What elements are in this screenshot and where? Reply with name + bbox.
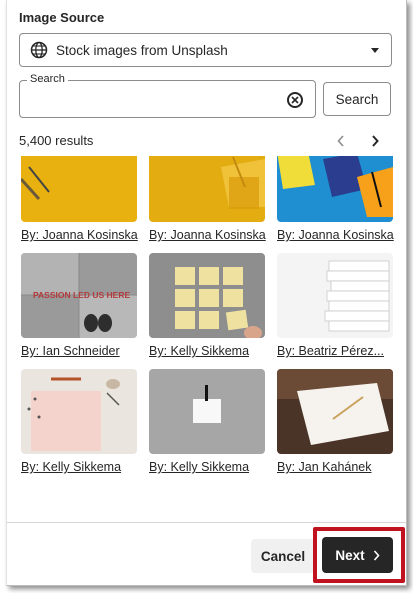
overlay-text: PASSION LED US HERE	[33, 290, 130, 300]
image-source-select[interactable]: Stock images from Unsplash	[19, 33, 392, 67]
image-thumbnail[interactable]	[277, 369, 393, 454]
image-credit-link[interactable]: By: Joanna Kosinska	[21, 228, 139, 242]
image-credit-link[interactable]: By: Joanna Kosinska	[149, 228, 267, 242]
caret-down-icon	[371, 48, 379, 53]
image-thumbnail[interactable]	[21, 156, 137, 222]
image-credit-link[interactable]: By: Kelly Sikkema	[149, 460, 267, 474]
image-tile[interactable]: By: Joanna Kosinska	[21, 156, 139, 242]
image-credit-link[interactable]: By: Jan Kahánek	[277, 460, 395, 474]
image-tile[interactable]: By: Kelly Sikkema	[149, 253, 265, 358]
image-credit-link[interactable]: By: Joanna Kosinska	[277, 228, 395, 242]
chevron-right-icon	[373, 549, 380, 561]
image-thumbnail[interactable]: PASSION LED US HERE	[21, 253, 137, 338]
image-tile[interactable]: By: Kelly Sikkema	[149, 369, 265, 474]
image-credit-link[interactable]: By: Ian Schneider	[21, 344, 139, 358]
image-picker-panel: Image Source Stock images from Unsplash …	[6, 0, 407, 586]
footer-divider	[7, 522, 406, 523]
image-source-label: Image Source	[19, 10, 105, 25]
image-tile[interactable]: By: Kelly Sikkema	[21, 369, 137, 474]
clear-search-icon[interactable]	[287, 92, 303, 108]
image-tile[interactable]: By: Joanna Kosinska	[149, 156, 267, 242]
image-thumbnail[interactable]	[21, 369, 137, 454]
search-field[interactable]: Search	[19, 73, 316, 118]
image-tile[interactable]: PASSION LED US HERE By: Ian Schneider	[21, 253, 137, 358]
globe-icon	[30, 41, 48, 59]
image-thumbnail[interactable]	[149, 253, 265, 338]
image-tile[interactable]: By: Beatriz Pérez...	[277, 253, 393, 358]
chevron-right-icon	[372, 135, 379, 147]
image-results-grid: By: Joanna Kosinska By: Joanna Kosinska	[7, 156, 406, 522]
search-input[interactable]	[28, 89, 273, 111]
results-count: 5,400 results	[19, 133, 94, 148]
next-page-button[interactable]	[365, 131, 385, 151]
image-thumbnail[interactable]	[277, 253, 393, 338]
image-thumbnail[interactable]	[149, 156, 265, 222]
image-credit-link[interactable]: By: Beatriz Pérez...	[277, 344, 395, 358]
next-button[interactable]: Next	[322, 537, 393, 573]
previous-page-button[interactable]	[331, 131, 351, 151]
search-button[interactable]: Search	[323, 82, 391, 116]
image-credit-link[interactable]: By: Kelly Sikkema	[149, 344, 267, 358]
chevron-left-icon	[337, 135, 344, 147]
image-thumbnail[interactable]	[277, 156, 393, 222]
search-legend: Search	[27, 73, 68, 85]
image-source-selected: Stock images from Unsplash	[56, 42, 228, 58]
image-credit-link[interactable]: By: Kelly Sikkema	[21, 460, 139, 474]
image-tile[interactable]: By: Jan Kahánek	[277, 369, 393, 474]
cancel-button[interactable]: Cancel	[251, 539, 315, 573]
image-thumbnail[interactable]	[149, 369, 265, 454]
image-tile[interactable]: By: Joanna Kosinska	[277, 156, 395, 242]
next-button-label: Next	[335, 547, 365, 563]
